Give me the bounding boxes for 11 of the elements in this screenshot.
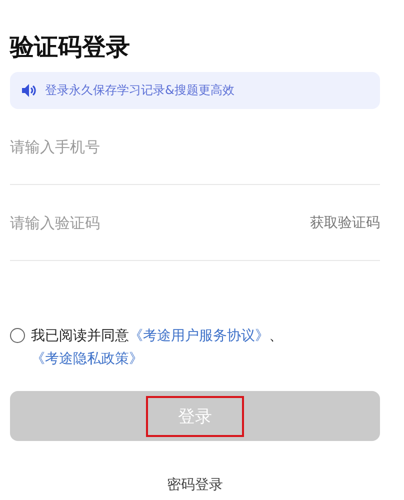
input-field[interactable]: 请输入手机号 — [10, 138, 380, 156]
password-login-link[interactable]: 密码登录 — [161, 475, 229, 495]
input-field[interactable]: 请输入验证码 — [10, 214, 310, 232]
agreement-link[interactable]: 《考途用户服务协议》 — [129, 328, 269, 344]
page-title: 验证码登录 — [10, 32, 131, 63]
notice-text: 登录永久保存学习记录&搜题更高效 — [45, 82, 234, 99]
get-code-button[interactable]: 获取验证码 — [310, 214, 380, 232]
agreement-text: 我已阅读并同意《考途用户服务协议》、 《考途隐私政策》 — [31, 327, 284, 369]
speaker-icon — [22, 84, 37, 97]
agreement-link[interactable]: 《考途隐私政策》 — [31, 351, 143, 367]
agreement-radio[interactable] — [10, 328, 25, 343]
